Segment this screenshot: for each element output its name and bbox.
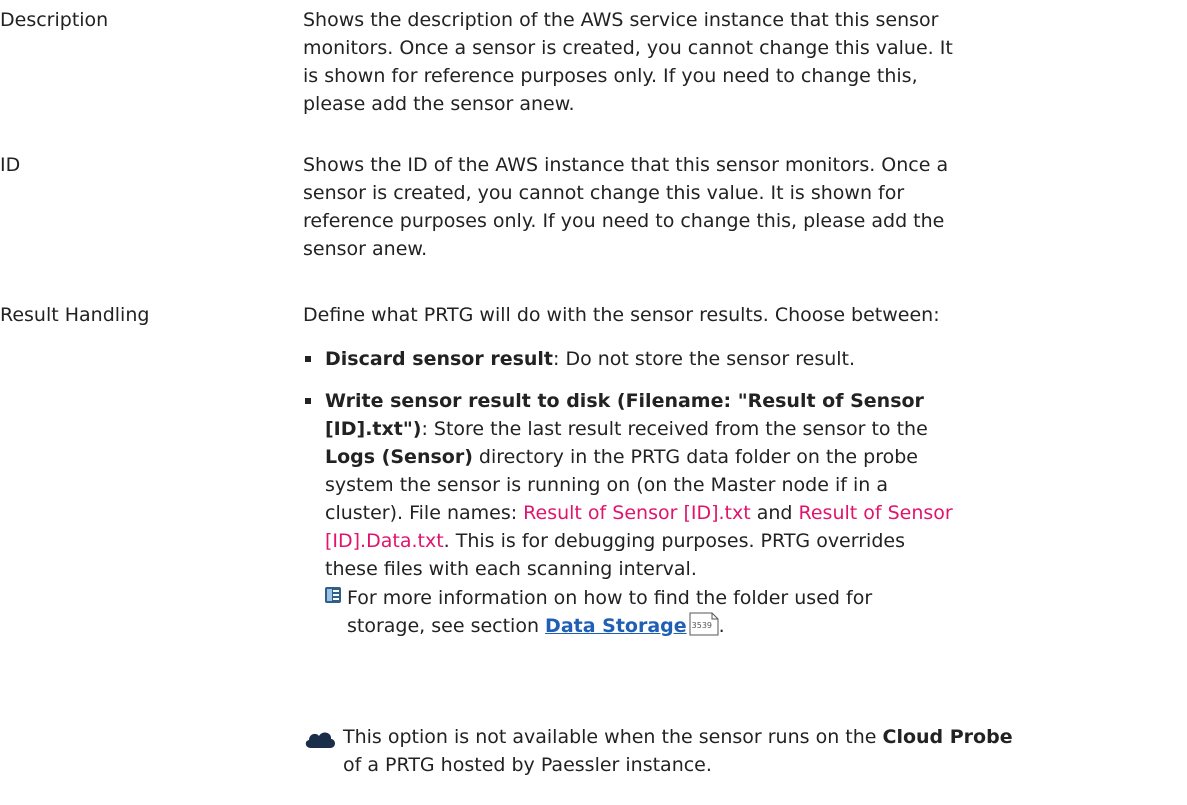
option-item-discard: Discard sensor result: Do not store the … [303, 345, 953, 373]
cloud-note-text: of a PRTG hosted by Paessler instance. [343, 754, 712, 776]
setting-description: Shows the ID of the AWS instance that th… [303, 151, 953, 263]
setting-description: Shows the description of the AWS service… [303, 6, 953, 118]
cloud-note-text: This option is not available when the se… [343, 726, 883, 748]
description-text: Shows the ID of the AWS instance that th… [303, 154, 949, 260]
data-storage-link[interactable]: Data Storage [545, 615, 687, 637]
cloud-probe-label: Cloud Probe [882, 726, 1013, 748]
page-reference[interactable]: 3539 [689, 612, 719, 636]
cloud-probe-note: This option is not available when the se… [303, 723, 1023, 779]
setting-label: Description [0, 9, 109, 31]
option-list: Discard sensor result: Do not store the … [303, 345, 953, 640]
setting-description: Define what PRTG will do with the sensor… [303, 301, 953, 640]
description-text: Shows the description of the AWS service… [303, 9, 953, 115]
description-intro: Define what PRTG will do with the sensor… [303, 304, 940, 326]
cloud-icon [305, 732, 335, 748]
info-note: For more information on how to find the … [325, 584, 953, 640]
folder-name: Logs (Sensor) [325, 446, 473, 468]
option-text: and [750, 502, 799, 524]
page-number: 3539 [691, 621, 713, 630]
option-name: Discard sensor result [325, 348, 554, 370]
option-text: : Do not store the sensor result. [553, 348, 856, 370]
reference-book-icon [325, 587, 341, 603]
setting-label: Result Handling [0, 304, 150, 326]
filename-result: Result of Sensor [ID].txt [523, 502, 751, 524]
option-text: : Store the last result received from th… [421, 418, 928, 440]
option-item-write-to-disk: Write sensor result to disk (Filename: "… [303, 387, 953, 640]
setting-label: ID [0, 154, 21, 176]
